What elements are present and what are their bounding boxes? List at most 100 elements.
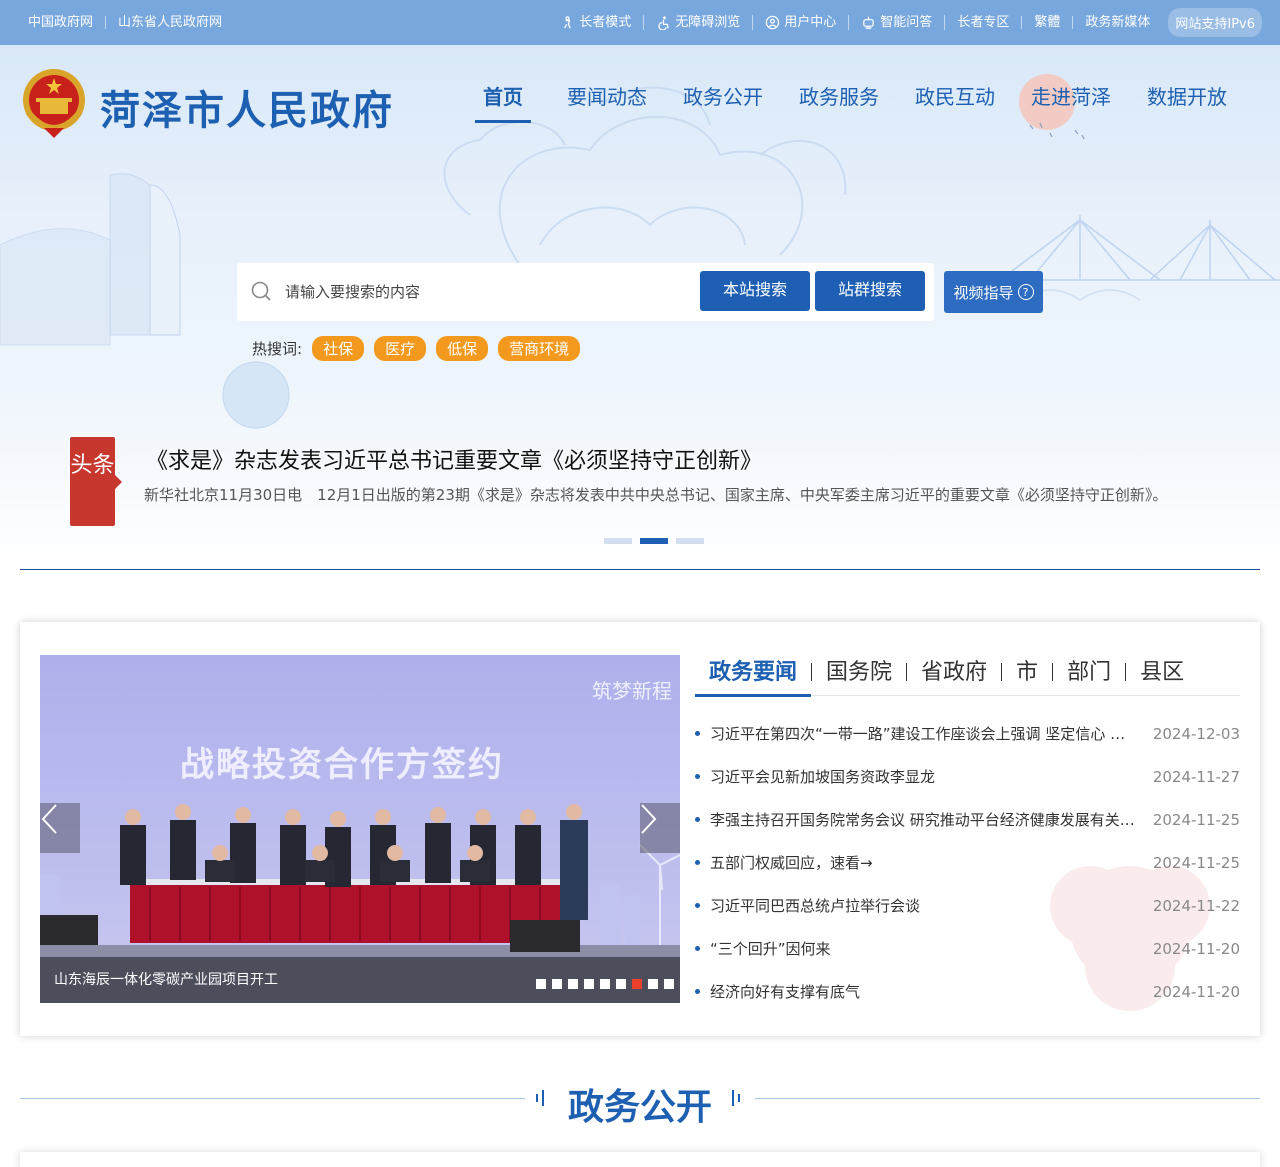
bullet-icon — [695, 989, 700, 994]
photo-slider[interactable]: 战略投资合作方签约 筑梦新程 山东海辰一体化零碳产业园项目开工 — [40, 655, 680, 1003]
elder-zone-link[interactable]: 长者专区 — [945, 15, 1023, 30]
bullet-icon — [695, 774, 700, 779]
tab-city[interactable]: 市 — [1002, 654, 1052, 696]
hot-search-label: 热搜词: — [252, 340, 303, 358]
link-shandong-gov[interactable]: 山东省人民政府网 — [106, 16, 234, 29]
video-guide-button[interactable]: 视频指导 ? — [944, 271, 1043, 313]
user-center-link[interactable]: 用户中心 — [753, 15, 850, 30]
elder-mode-link[interactable]: 长者模式 — [548, 15, 645, 30]
help-icon: ? — [1017, 284, 1034, 300]
slider-dot-active[interactable] — [632, 979, 642, 989]
news-date: 2024-12-03 — [1152, 724, 1240, 743]
slider-dot[interactable] — [600, 979, 610, 989]
search-bar: 本站搜索 站群搜索 — [237, 263, 934, 321]
hot-tag-subsistence[interactable]: 低保 — [436, 336, 489, 361]
slider-prev-button[interactable] — [40, 803, 80, 853]
chevron-right-icon — [641, 804, 657, 834]
news-date: 2024-11-25 — [1152, 810, 1240, 829]
bullet-icon — [695, 860, 700, 865]
tab-departments[interactable]: 部门 — [1053, 654, 1125, 696]
heading-mark-icon — [732, 1090, 740, 1106]
tab-counties[interactable]: 县区 — [1126, 654, 1198, 696]
nav-home[interactable]: 首页 — [475, 81, 531, 123]
nav-news[interactable]: 要闻动态 — [567, 81, 647, 123]
site-search-button[interactable]: 本站搜索 — [700, 271, 810, 311]
news-item[interactable]: 经济向好有支撑有底气 2024-11-20 — [695, 970, 1240, 1013]
elder-zone-label: 长者专区 — [957, 15, 1010, 30]
chevron-left-icon — [41, 804, 57, 834]
slider-dot[interactable] — [648, 979, 658, 989]
slider-dot[interactable] — [616, 979, 626, 989]
news-title: 习近平会见新加坡国务资政李显龙 — [710, 768, 936, 786]
elder-icon — [564, 16, 572, 29]
news-item[interactable]: 李强主持召开国务院常务会议 研究推动平台经济健康发展有关举措 2024-11-2… — [695, 798, 1240, 841]
elder-mode-label: 长者模式 — [579, 15, 632, 30]
news-item[interactable]: 习近平会见新加坡国务资政李显龙 2024-11-27 — [695, 755, 1240, 798]
news-item[interactable]: 习近平在第四次“一带一路”建设工作座谈会上强调 坚定信心 开拓进取 推动共建“一… — [695, 712, 1240, 755]
nav-interaction[interactable]: 政民互动 — [915, 81, 995, 123]
news-list: 习近平在第四次“一带一路”建设工作座谈会上强调 坚定信心 开拓进取 推动共建“一… — [695, 712, 1240, 1013]
slider-dot[interactable] — [568, 979, 578, 989]
hot-tag-social-security[interactable]: 社保 — [312, 336, 365, 361]
news-title: 习近平在第四次“一带一路”建设工作座谈会上强调 坚定信心 开拓进取 推动共建“一… — [710, 725, 1135, 743]
top-utility-bar: 中国政府网 山东省人民政府网 长者模式 无障碍浏览 用户中心 智能问答 长者专区… — [0, 0, 1280, 45]
headline-summary: 新华社北京11月30日电 12月1日出版的第23期《求是》杂志将发表中共中央总书… — [144, 486, 1168, 504]
bullet-icon — [695, 731, 700, 736]
smart-qa-link[interactable]: 智能问答 — [849, 15, 946, 30]
hero-banner: 菏泽市人民政府 首页 要闻动态 政务公开 政务服务 政民互动 走进菏泽 数据开放… — [0, 45, 1280, 570]
slide-image — [40, 655, 680, 1003]
new-media-link[interactable]: 政务新媒体 — [1073, 16, 1162, 29]
carousel-dot[interactable] — [604, 538, 632, 544]
slider-dot[interactable] — [536, 979, 546, 989]
tab-province[interactable]: 省政府 — [907, 654, 1001, 696]
section-title: 政务公开 — [567, 1087, 712, 1128]
slider-dot[interactable] — [664, 979, 674, 989]
hot-tag-medical[interactable]: 医疗 — [374, 336, 427, 361]
smart-qa-label: 智能问答 — [880, 15, 933, 30]
nav-open-data[interactable]: 数据开放 — [1147, 81, 1227, 123]
search-icon — [251, 281, 271, 301]
link-china-gov[interactable]: 中国政府网 — [28, 16, 107, 29]
nav-gov-service[interactable]: 政务服务 — [799, 81, 879, 123]
divider-bar — [20, 569, 1260, 570]
headline-title[interactable]: 《求是》杂志发表习近平总书记重要文章《必须坚持守正创新》 — [146, 443, 762, 475]
traditional-chinese-label: 繁體 — [1034, 15, 1061, 30]
news-date: 2024-11-22 — [1152, 896, 1240, 915]
news-date: 2024-11-27 — [1152, 767, 1240, 786]
tab-gov-news[interactable]: 政务要闻 — [695, 654, 812, 697]
video-guide-label: 视频指导 — [953, 283, 1014, 302]
news-item[interactable]: “三个回升”因何来 2024-11-20 — [695, 927, 1240, 970]
bullet-icon — [695, 903, 700, 908]
carousel-dot-active[interactable] — [640, 538, 668, 544]
nav-about-heze[interactable]: 走进菏泽 — [1031, 81, 1111, 123]
hot-search-words: 热搜词: 社保 医疗 低保 营商环境 — [252, 336, 581, 361]
slider-next-button[interactable] — [640, 803, 680, 853]
news-date: 2024-11-20 — [1152, 939, 1240, 958]
news-title: 李强主持召开国务院常务会议 研究推动平台经济健康发展有关举措 — [710, 811, 1135, 829]
carousel-dot[interactable] — [676, 538, 704, 544]
traditional-chinese-link[interactable]: 繁體 — [1022, 15, 1074, 30]
news-date: 2024-11-25 — [1152, 853, 1240, 872]
news-item[interactable]: 习近平同巴西总统卢拉举行会谈 2024-11-22 — [695, 884, 1240, 927]
slide-banner-text: 战略投资合作方签约 — [180, 745, 504, 785]
slider-dot[interactable] — [584, 979, 594, 989]
user-center-label: 用户中心 — [784, 15, 837, 30]
accessibility-link[interactable]: 无障碍浏览 — [644, 15, 754, 30]
section-heading: 政务公开 — [20, 1075, 1260, 1128]
news-card: 战略投资合作方签约 筑梦新程 山东海辰一体化零碳产业园项目开工 政务要闻 国务院 — [20, 622, 1260, 1036]
group-search-button[interactable]: 站群搜索 — [815, 271, 925, 311]
top-left-links: 中国政府网 山东省人民政府网 — [28, 0, 234, 45]
search-input[interactable] — [285, 279, 685, 305]
site-title: 菏泽市人民政府 — [100, 87, 394, 134]
hot-tag-business-environment[interactable]: 营商环境 — [498, 336, 581, 361]
news-item[interactable]: 五部门权威回应，速看→ 2024-11-25 — [695, 841, 1240, 884]
tab-state-council[interactable]: 国务院 — [812, 654, 906, 696]
user-icon — [766, 15, 780, 30]
news-title: 经济向好有支撑有底气 — [710, 983, 861, 1001]
slider-dot[interactable] — [552, 979, 562, 989]
divider-line — [755, 1098, 1260, 1099]
ipv6-badge: 网站支持IPv6 — [1168, 8, 1262, 37]
bullet-icon — [695, 946, 700, 951]
new-media-label: 政务新媒体 — [1085, 15, 1151, 30]
nav-gov-disclosure[interactable]: 政务公开 — [683, 81, 763, 123]
